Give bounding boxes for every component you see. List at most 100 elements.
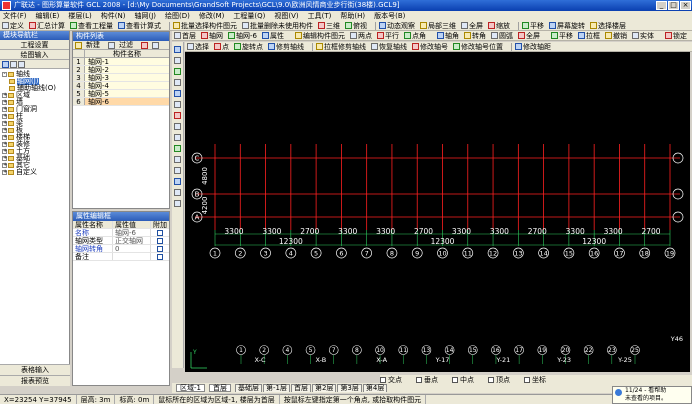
- property-value[interactable]: 轴网-6: [113, 229, 151, 236]
- copy-icon[interactable]: [152, 41, 159, 49]
- trim-icon[interactable]: [174, 79, 181, 86]
- new-component-button[interactable]: 新建: [75, 40, 104, 50]
- collapse-icon[interactable]: [18, 60, 25, 68]
- menu-item-10[interactable]: 帮助(H): [340, 11, 365, 21]
- toolbar1-button-11[interactable]: 缩放: [488, 21, 510, 30]
- axis-grid-drawing[interactable]: C B A 4800 4200 3300 3300 2700 3300 3300 2700 3300 3…: [185, 52, 690, 372]
- property-row[interactable]: 轴网类型 正交轴网: [73, 237, 169, 245]
- expand-toggle-icon[interactable]: +: [2, 121, 7, 126]
- toolbar2-button-14[interactable]: 撤销: [604, 31, 627, 40]
- expand-toggle-icon[interactable]: +: [2, 107, 7, 112]
- expand-toggle-icon[interactable]: -: [2, 72, 7, 77]
- expand-toggle-icon[interactable]: +: [2, 149, 7, 154]
- toolbar3-button-3[interactable]: 修剪轴线: [268, 42, 304, 51]
- expand-toggle-icon[interactable]: +: [2, 114, 7, 119]
- menu-item-7[interactable]: 工程量(Q): [233, 11, 265, 21]
- copy-icon[interactable]: [174, 101, 181, 108]
- toolbar1-button-3[interactable]: 查看计算式: [118, 21, 161, 30]
- toolbar2-button-7[interactable]: 点角: [403, 31, 426, 40]
- menu-item-11[interactable]: 版本号(B): [374, 11, 405, 21]
- move-icon[interactable]: [174, 90, 181, 97]
- filter-icon[interactable]: [2, 60, 9, 68]
- menu-item-6[interactable]: 修改(M): [199, 11, 225, 21]
- select-icon[interactable]: [174, 46, 181, 53]
- minimize-button[interactable]: _: [656, 1, 667, 10]
- menu-item-5[interactable]: 绘图(D): [165, 11, 190, 21]
- toolbar1-button-12[interactable]: 平移: [522, 21, 544, 30]
- toolbar1-button-0[interactable]: 定义: [2, 21, 24, 30]
- toolbar2-button-10[interactable]: 圆弧: [490, 31, 513, 40]
- tree-item[interactable]: + 梁: [1, 120, 68, 127]
- toolbar2-button-5[interactable]: 两点: [349, 31, 372, 40]
- floor-tab-4[interactable]: 第3层: [337, 384, 362, 392]
- extra-checkbox[interactable]: [157, 238, 163, 244]
- component-row[interactable]: 1 轴网-1: [73, 58, 169, 66]
- menu-item-4[interactable]: 轴网(J): [134, 11, 156, 21]
- component-row[interactable]: 6 轴网-6: [73, 98, 169, 106]
- menu-item-3[interactable]: 构件(N): [101, 11, 126, 21]
- floor-tab-0[interactable]: 基础层: [234, 384, 262, 392]
- toolbar3-button-5[interactable]: 恢复轴线: [371, 42, 407, 51]
- menu-item-0[interactable]: 文件(F): [3, 11, 27, 21]
- component-row[interactable]: 2 轴网-2: [73, 66, 169, 74]
- toolbar2-button-0[interactable]: 首层: [174, 31, 196, 40]
- property-row[interactable]: 备注: [73, 253, 169, 261]
- property-row[interactable]: 轴网转角 0: [73, 245, 169, 253]
- snap-checkbox[interactable]: [524, 376, 530, 383]
- property-value[interactable]: [113, 253, 151, 260]
- toolbar1-button-14[interactable]: 选择楼层: [590, 21, 626, 30]
- menu-item-1[interactable]: 编辑(E): [36, 11, 60, 21]
- component-row[interactable]: 4 轴网-4: [73, 82, 169, 90]
- toolbar3-button-1[interactable]: 点: [214, 42, 229, 51]
- toolbar1-button-9[interactable]: 局部三维: [420, 21, 456, 30]
- toolbar3-button-4[interactable]: 拉框修剪轴线: [316, 42, 366, 51]
- rotate-icon[interactable]: [174, 123, 181, 130]
- property-value[interactable]: 0: [113, 245, 151, 252]
- extra-checkbox[interactable]: [157, 230, 163, 236]
- drawing-canvas[interactable]: C B A 4800 4200 3300 3300 2700 3300 3300 2700 3300 3…: [185, 52, 690, 372]
- mirror-icon[interactable]: [174, 112, 181, 119]
- toolbar2-button-16[interactable]: 锁定: [664, 31, 687, 40]
- toolbar2-button-15[interactable]: 实体: [631, 31, 654, 40]
- component-row[interactable]: 5 轴网-5: [73, 90, 169, 98]
- toolbar2-button-9[interactable]: 转角: [463, 31, 486, 40]
- property-value[interactable]: 正交轴网: [113, 237, 151, 244]
- toolbar2-button-3[interactable]: 属性: [261, 31, 284, 40]
- extra-checkbox[interactable]: [157, 246, 163, 252]
- extend-icon[interactable]: [174, 68, 181, 75]
- maximize-button[interactable]: □: [668, 1, 679, 10]
- extra-checkbox[interactable]: [157, 254, 163, 260]
- tree-item[interactable]: + 门窗洞: [1, 106, 68, 113]
- tree-item[interactable]: + 柱: [1, 113, 68, 120]
- toolbar2-button-2[interactable]: 轴网-6: [228, 31, 257, 40]
- tree-item[interactable]: + 基础: [1, 155, 68, 162]
- split-icon[interactable]: [174, 178, 181, 185]
- merge-icon[interactable]: [174, 156, 181, 163]
- delete-icon[interactable]: [141, 41, 148, 49]
- menu-item-2[interactable]: 楼层(L): [68, 11, 91, 21]
- floor-tab-5[interactable]: 第4层: [362, 384, 388, 392]
- menu-item-9[interactable]: 工具(T): [308, 11, 332, 21]
- project-settings-button[interactable]: 工程设置: [0, 40, 69, 50]
- notification-popup[interactable]: 11/24 - 看帮助 未查看的项目。: [612, 386, 692, 404]
- toolbar1-button-5[interactable]: 批量删除未使用构件: [242, 21, 313, 30]
- toolbar3-button-8[interactable]: 修改轴距: [515, 42, 551, 51]
- array-icon[interactable]: [174, 189, 181, 196]
- toolbar3-button-0[interactable]: 选择: [187, 42, 209, 51]
- toolbar2-button-12[interactable]: 平移: [550, 31, 573, 40]
- toolbar2-button-6[interactable]: 平行: [376, 31, 399, 40]
- floor-type-select[interactable]: 首层: [208, 384, 231, 392]
- expand-toggle-icon[interactable]: +: [2, 128, 7, 133]
- expand-toggle-icon[interactable]: +: [2, 93, 7, 98]
- snap-checkbox[interactable]: [380, 376, 386, 383]
- tree-item[interactable]: + 楼梯: [1, 134, 68, 141]
- toolbar1-button-7[interactable]: 俯视: [345, 21, 367, 30]
- expand-toggle-icon[interactable]: +: [2, 156, 7, 161]
- snap-checkbox[interactable]: [488, 376, 494, 383]
- tree-item[interactable]: 辅助轴线(O): [1, 85, 68, 92]
- component-row[interactable]: 3 轴网-3: [73, 74, 169, 82]
- table-input-button[interactable]: 表格输入: [0, 364, 70, 375]
- property-row[interactable]: 名称 轴网-6: [73, 229, 169, 237]
- toolbar3-button-2[interactable]: 旋转点: [234, 42, 263, 51]
- measure-icon[interactable]: [174, 57, 181, 64]
